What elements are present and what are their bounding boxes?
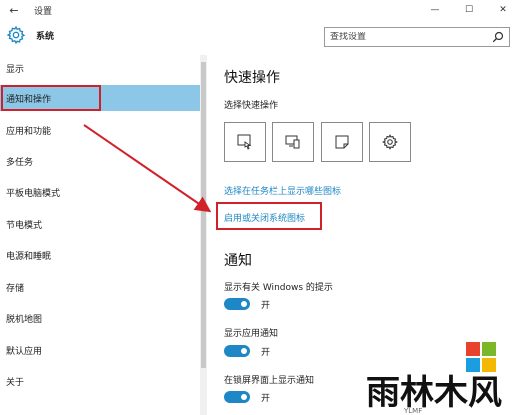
watermark-logo: 雨林木风 YLMF <box>362 338 520 415</box>
watermark-text: 雨林木风 <box>366 373 502 413</box>
watermark-subtext: YLMF <box>403 407 422 415</box>
settings-window: ← 设置 — ☐ ✕ 系统 显示 通知和操作 应用和功能 多任务 <box>0 0 520 415</box>
